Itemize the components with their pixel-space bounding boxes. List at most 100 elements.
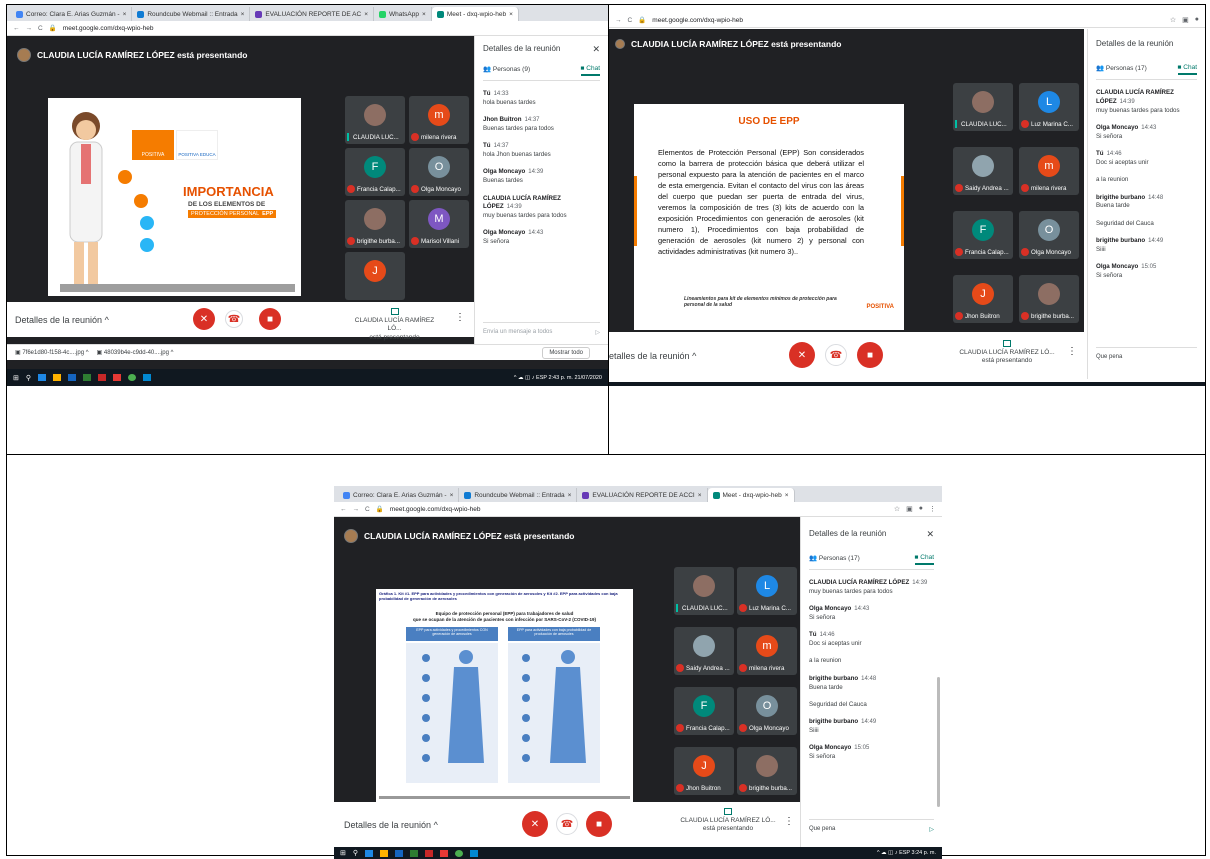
meeting-details-button[interactable]: Detalles de la reunión ^ [344,820,438,830]
taskbar-app-icon[interactable] [365,849,374,857]
browser-tab[interactable]: Roundcube Webmail :: Entrada × [132,7,251,21]
url-text[interactable]: meet.google.com/dxq-wpio-heb [390,506,481,513]
taskbar-app-icon[interactable] [380,849,389,857]
people-tab[interactable]: 👥 Personas (17) [809,554,860,565]
browser-tab[interactable]: Meet - dxq-wpio-heb × [707,488,795,502]
participant-tile[interactable]: Saidy Andrea ... [953,147,1013,195]
url-text[interactable]: meet.google.com/dxq-wpio-heb [63,25,154,32]
browser-tab[interactable]: EVALUACIÓN REPORTE DE ACCI × [577,488,708,502]
taskbar-app-icon[interactable] [53,374,62,381]
people-tab[interactable]: 👥 Personas (9) [483,65,530,76]
mic-off-button[interactable]: ✕ [789,342,815,368]
participant-tile[interactable]: L Luz Marina C... [737,567,797,615]
taskbar-app-icon[interactable] [83,374,92,381]
tab-close-icon[interactable]: × [568,492,572,499]
tab-close-icon[interactable]: × [123,11,127,18]
participant-tile[interactable]: F Francia Calap... [674,687,734,735]
chat-tab[interactable]: ■ Chat [580,65,600,76]
camera-off-button[interactable]: ■ [586,811,612,837]
participant-tile[interactable]: brigithe burba... [345,200,405,248]
tab-close-icon[interactable]: × [364,11,368,18]
tab-close-icon[interactable]: × [422,11,426,18]
camera-off-button[interactable]: ■ [857,342,883,368]
send-icon[interactable]: ▷ [595,329,600,336]
taskbar-app-icon[interactable] [440,849,449,857]
chat-input[interactable]: Que pena ▷ [809,819,934,833]
windows-start-icon[interactable]: ⊞ [13,374,19,382]
browser-tab[interactable]: Correo: Clara E. Arias Guzmán - × [338,488,460,502]
browser-tab[interactable]: EVALUACIÓN REPORTE DE AC × [250,7,375,21]
chat-input[interactable]: Que pena [1096,347,1197,360]
presenter-status[interactable]: CLAUDIA LUCÍA RAMÍREZ LÓ... está present… [347,308,442,342]
chat-tab[interactable]: ■ Chat [914,554,934,565]
tab-close-icon[interactable]: × [450,492,454,499]
more-options-icon[interactable]: ⋮ [455,312,465,323]
participant-tile[interactable]: m milena rivera [409,96,469,144]
profile-icon[interactable]: ● [919,505,923,513]
participant-tile[interactable]: F Francia Calap... [345,148,405,196]
address-bar[interactable]: ← → C 🔒 meet.google.com/dxq-wpio-heb [7,21,608,36]
taskbar-app-icon[interactable] [455,849,464,857]
leave-call-button[interactable]: ☎ [825,344,847,366]
extension-icon[interactable]: ▣ [1182,16,1189,24]
participant-tile[interactable]: O Olga Moncayo [1019,211,1079,259]
participant-tile[interactable]: CLAUDIA LUC... [674,567,734,615]
chat-tab[interactable]: ■ Chat [1177,64,1197,75]
presenter-status[interactable]: CLAUDIA LUCÍA RAMÍREZ LÓ... está present… [957,340,1057,366]
taskbar-app-icon[interactable] [143,374,152,381]
meeting-details-button[interactable]: etalles de la reunión ^ [609,351,696,361]
taskbar-app-icon[interactable] [395,849,404,857]
bookmark-icon[interactable]: ☆ [894,505,900,513]
participant-tile[interactable]: J Jhon Buitron [674,747,734,795]
forward-icon[interactable]: → [615,17,622,24]
browser-tab[interactable]: Meet - dxq-wpio-heb × [431,7,519,21]
close-icon[interactable]: ✕ [926,529,934,540]
participant-tile[interactable]: J Jhon Buitron [953,275,1013,323]
windows-start-icon[interactable]: ⊞ [340,849,346,857]
taskbar-app-icon[interactable] [470,849,479,857]
url-text[interactable]: meet.google.com/dxq-wpio-heb [652,17,743,24]
browser-tab[interactable]: WhatsApp × [374,7,432,21]
tab-close-icon[interactable]: × [785,492,789,499]
extension-icon[interactable]: ▣ [906,505,913,513]
search-icon[interactable]: ⚲ [26,374,31,382]
participant-tile[interactable]: L Luz Marina C... [1019,83,1079,131]
participant-tile[interactable]: O Olga Moncayo [737,687,797,735]
profile-icon[interactable]: ● [1195,16,1199,24]
camera-off-button[interactable]: ■ [259,308,281,330]
more-options-icon[interactable]: ⋮ [1067,346,1077,357]
participant-tile[interactable]: CLAUDIA LUC... [345,96,405,144]
people-tab[interactable]: 👥 Personas (17) [1096,64,1147,75]
participant-tile[interactable]: brigithe burba... [1019,275,1079,323]
send-icon[interactable]: ▷ [929,826,934,833]
meeting-details-button[interactable]: Detalles de la reunión ^ [15,315,109,325]
participant-tile[interactable]: M Marisol Villani [409,200,469,248]
show-all-button[interactable]: Mostrar todo [542,346,590,359]
forward-icon[interactable]: → [26,25,33,32]
chat-input[interactable]: Envía un mensaje a todos ▷ [483,322,600,336]
close-icon[interactable]: ✕ [592,44,600,55]
bookmark-icon[interactable]: ☆ [1170,16,1176,24]
participant-tile[interactable]: m milena rivera [1019,147,1079,195]
video-progress-bar[interactable] [60,284,295,292]
menu-icon[interactable]: ⋮ [929,505,936,513]
leave-call-button[interactable]: ☎ [225,310,243,328]
browser-tab[interactable]: Roundcube Webmail :: Entrada × [459,488,578,502]
taskbar-app-icon[interactable] [68,374,77,381]
tab-close-icon[interactable]: × [698,492,702,499]
mic-off-button[interactable]: ✕ [193,308,215,330]
reload-icon[interactable]: C [38,25,43,32]
search-icon[interactable]: ⚲ [353,849,358,857]
back-icon[interactable]: ← [340,506,347,513]
taskbar-app-icon[interactable] [410,849,419,857]
participant-tile[interactable]: O Olga Moncayo [409,148,469,196]
presenter-status[interactable]: CLAUDIA LUCÍA RAMÍREZ LÓ... está present… [678,808,778,834]
mic-off-button[interactable]: ✕ [522,811,548,837]
taskbar-app-icon[interactable] [425,849,434,857]
participant-tile[interactable]: brigithe burba... [737,747,797,795]
participant-tile[interactable]: Saidy Andrea ... [674,627,734,675]
address-bar[interactable]: → C 🔒 meet.google.com/dxq-wpio-heb ☆ ▣ ● [609,13,1205,28]
tab-close-icon[interactable]: × [241,11,245,18]
forward-icon[interactable]: → [353,506,360,513]
download-item-1[interactable]: ▣ 7f6e1d80-f158-4c....jpg ^ [15,349,89,356]
